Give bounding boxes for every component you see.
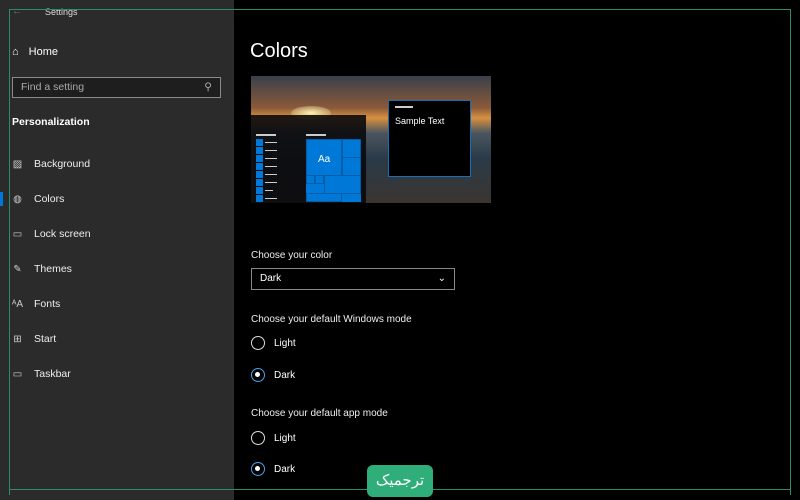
choose-color-label: Choose your color	[251, 250, 333, 261]
radio-button-selected[interactable]	[251, 462, 265, 476]
themes-icon: ✎	[13, 263, 22, 275]
sidebar-item-label: Colors	[34, 193, 65, 205]
sidebar-item-start[interactable]: ⊞ Start	[0, 327, 234, 351]
sidebar-item-label: Themes	[34, 263, 72, 275]
radio-button[interactable]	[251, 336, 265, 350]
sidebar-item-background[interactable]: ▨ Background	[0, 152, 234, 176]
tiles-preview: Aa	[306, 139, 361, 202]
frame-line	[9, 489, 367, 490]
sidebar-item-taskbar[interactable]: ▭ Taskbar	[0, 362, 234, 386]
back-arrow-icon[interactable]: ←	[12, 6, 22, 17]
radio-label: Dark	[274, 369, 296, 381]
page-title: Colors	[250, 40, 308, 62]
color-preview: Aa Sample Text	[251, 76, 491, 203]
start-icon: ⊞	[13, 333, 22, 345]
app-mode-light[interactable]: Light	[251, 431, 296, 445]
search-input[interactable]: Find a setting ⚲	[12, 77, 221, 98]
section-heading: Personalization	[12, 116, 90, 128]
image-icon: ▨	[12, 158, 23, 170]
radio-button-selected[interactable]	[251, 368, 265, 382]
sidebar-item-colors[interactable]: ◍ Colors	[0, 187, 234, 211]
app-mode-label: Choose your default app mode	[251, 408, 388, 419]
windows-mode-light[interactable]: Light	[251, 336, 296, 350]
radio-label: Light	[274, 337, 296, 349]
radio-label: Light	[274, 432, 296, 444]
sample-text: Sample Text	[395, 116, 445, 126]
search-placeholder: Find a setting	[21, 81, 85, 93]
sidebar-item-label: Lock screen	[34, 228, 91, 240]
lock-screen-icon: ▭	[12, 228, 23, 240]
sidebar-item-label: Taskbar	[34, 368, 71, 380]
palette-icon: ◍	[13, 193, 22, 205]
sidebar-home[interactable]: ⌂ Home	[12, 46, 58, 58]
sidebar: ← Settings ⌂ Home Find a setting ⚲ Persona…	[0, 0, 234, 500]
search-icon: ⚲	[204, 81, 212, 93]
color-dropdown[interactable]: Dark ⌄	[251, 268, 455, 290]
frame-line	[433, 489, 791, 490]
taskbar-icon: ▭	[12, 368, 23, 380]
radio-button[interactable]	[251, 431, 265, 445]
sidebar-item-fonts[interactable]: ᴬA Fonts	[0, 292, 234, 316]
tile-label: Aa	[318, 154, 331, 165]
sidebar-item-label: Start	[34, 333, 57, 345]
chevron-down-icon: ⌄	[437, 273, 446, 284]
fonts-icon: ᴬA	[11, 298, 24, 310]
home-label: Home	[28, 46, 58, 58]
sidebar-item-themes[interactable]: ✎ Themes	[0, 257, 234, 281]
window-title: Settings	[45, 7, 78, 17]
home-icon: ⌂	[12, 46, 19, 58]
window-preview: Sample Text	[388, 100, 471, 177]
windows-mode-dark[interactable]: Dark	[251, 368, 295, 382]
windows-mode-label: Choose your default Windows mode	[251, 314, 412, 325]
radio-label: Dark	[274, 463, 296, 475]
watermark-logo: ترجمیک	[367, 465, 433, 497]
sidebar-item-label: Fonts	[34, 298, 61, 310]
sidebar-item-label: Background	[34, 158, 91, 170]
app-mode-dark[interactable]: Dark	[251, 462, 295, 476]
sidebar-item-lock-screen[interactable]: ▭ Lock screen	[0, 222, 234, 246]
dropdown-value: Dark	[260, 273, 282, 284]
